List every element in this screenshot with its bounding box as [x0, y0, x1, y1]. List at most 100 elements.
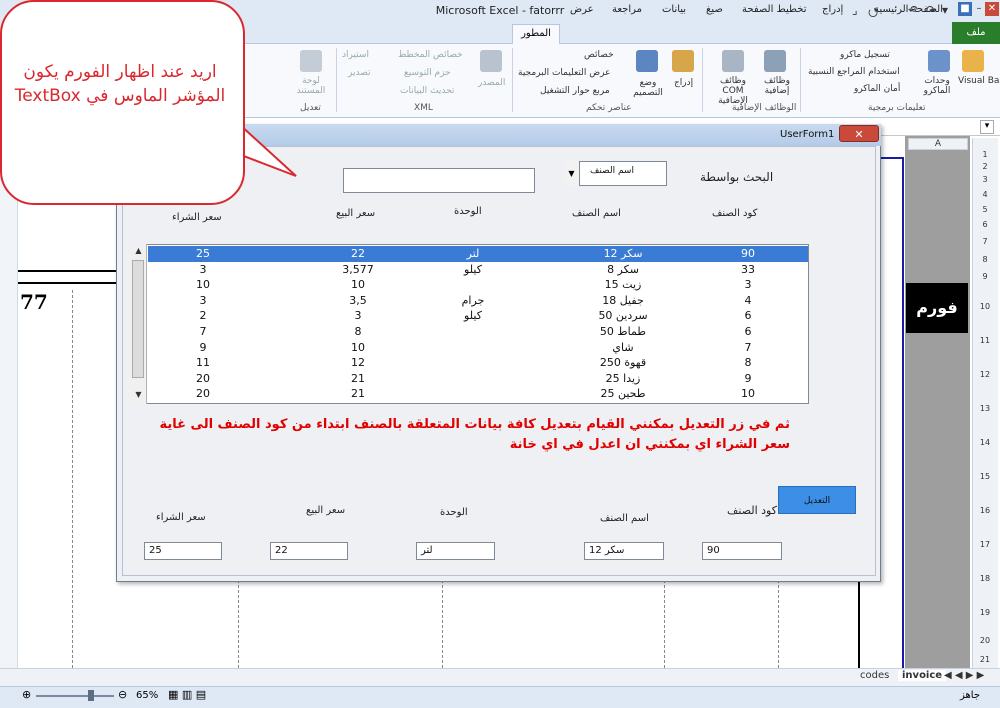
row-number[interactable]: 19 [974, 608, 996, 622]
list-item[interactable]: 10 طحين 25 21 20 [148, 386, 808, 402]
document-panel-icon[interactable] [300, 50, 322, 72]
row-number[interactable]: 18 [974, 574, 996, 588]
refresh-data-label[interactable]: تحديث البيانات [400, 86, 454, 96]
list-item[interactable]: 6 سردين 50 كيلو 3 2 [148, 308, 808, 324]
insert-control-icon[interactable] [672, 50, 694, 72]
scroll-down-icon[interactable]: ▼ [131, 390, 146, 402]
expansion-packs-label[interactable]: حزم التوسيع [404, 68, 451, 78]
tab-nav-icon[interactable]: ◀ ◀ ▶ ▶ [944, 670, 984, 681]
design-mode-icon[interactable] [636, 50, 658, 72]
row-number[interactable]: 9 [974, 272, 996, 286]
insert-control-label[interactable]: إدراج [674, 78, 693, 88]
tab-review[interactable]: مراجعة [612, 4, 642, 15]
tab-page-layout[interactable]: تخطيط الصفحة [742, 4, 807, 15]
list-item[interactable]: 6 طماط 50 8 7 [148, 324, 808, 340]
unit-input[interactable]: لتر [416, 542, 495, 560]
column-header-a[interactable]: A [908, 138, 968, 150]
com-addins-label[interactable]: وظائف COM الإضافية [708, 76, 758, 106]
scroll-up-icon[interactable]: ▲ [131, 246, 146, 258]
row-number[interactable]: 6 [974, 220, 996, 234]
edit-button[interactable]: التعديل [778, 486, 856, 514]
import-label[interactable]: استيراد [342, 50, 369, 60]
view-buttons-icon[interactable]: ▦ ▥ ▤ [168, 688, 206, 701]
tab-insert[interactable]: إدراج [822, 4, 843, 15]
list-cell-buy: 3 [199, 262, 207, 276]
code-input[interactable]: 90 [702, 542, 782, 560]
tab-view[interactable]: عرض [570, 4, 594, 15]
list-item[interactable]: 8 قهوة 250 12 11 [148, 355, 808, 371]
macro-security[interactable]: أمان الماكرو [854, 84, 900, 94]
map-properties-label[interactable]: خصائص المخطط [398, 50, 463, 60]
macros-label[interactable]: وحدات الماكرو [920, 76, 954, 96]
row-number[interactable]: 8 [974, 255, 996, 269]
row-number[interactable]: 20 [974, 636, 996, 650]
row-number[interactable]: 15 [974, 472, 996, 486]
list-item[interactable]: 90 سكر 12 لتر 22 25 [148, 246, 808, 262]
sell-input[interactable]: 22 [270, 542, 348, 560]
name-input[interactable]: سكر 12 [584, 542, 664, 560]
view-code-label[interactable]: عرض التعليمات البرمجية [518, 68, 610, 78]
qa-icon-0[interactable]: ⌟ [852, 3, 858, 17]
row-number[interactable]: 16 [974, 506, 996, 520]
zoom-in-icon[interactable]: ⊕ [22, 688, 31, 701]
tab-developer[interactable]: المطور [512, 24, 560, 44]
userform-close-button[interactable]: ✕ [839, 125, 879, 142]
list-cell-sell: 3 [354, 309, 362, 323]
buy-input[interactable]: 25 [144, 542, 222, 560]
record-macro[interactable]: تسجيل ماكرو [840, 50, 890, 60]
cell-total-value[interactable]: 77 [20, 290, 48, 314]
row-number[interactable]: 13 [974, 404, 996, 418]
search-input[interactable] [343, 168, 535, 193]
list-item[interactable]: 4 جفيل 18 جرام 3,5 3 [148, 293, 808, 309]
zoom-slider[interactable] [36, 695, 114, 697]
row-number[interactable]: 4 [974, 190, 996, 204]
list-item[interactable]: 7 شاي 10 9 [148, 340, 808, 356]
list-item[interactable]: 33 سكر 8 كيلو 3,577 3 [148, 262, 808, 278]
tab-formulas[interactable]: صيغ [706, 4, 723, 15]
zoom-out-icon[interactable]: ⊖ [118, 688, 127, 701]
document-panel-label[interactable]: لوحة المستند [294, 76, 328, 96]
row-number[interactable]: 10 [974, 302, 996, 316]
zoom-level[interactable]: 65% [136, 690, 158, 701]
export-label[interactable]: تصدير [348, 68, 371, 78]
relative-refs[interactable]: استخدام المراجع النسبية [808, 67, 900, 77]
open-form-button[interactable]: فورم [906, 283, 968, 333]
visual-basic-label[interactable]: Visual Basic [958, 76, 1000, 86]
com-addins-icon[interactable] [722, 50, 744, 72]
listbox-scroll-thumb[interactable] [132, 260, 144, 378]
tab-home[interactable]: الصفحة الرئيسية [874, 4, 943, 15]
tab-data[interactable]: بيانات [662, 4, 686, 15]
sheet-tab-codes[interactable]: codes [860, 670, 889, 681]
chevron-down-icon[interactable]: ▼ [564, 161, 580, 186]
row-number[interactable]: 17 [974, 540, 996, 554]
row-number[interactable]: 14 [974, 438, 996, 452]
zoom-thumb[interactable] [88, 690, 94, 701]
row-number[interactable]: 7 [974, 237, 996, 251]
field-unit-label: الوحدة [440, 507, 468, 518]
sheet-tab-invoice[interactable]: invoice [898, 670, 947, 681]
row-number[interactable]: 21 [974, 655, 996, 669]
row-number[interactable]: 2 [974, 162, 996, 176]
design-mode-label[interactable]: وضع التصميم [630, 78, 666, 98]
source-label[interactable]: المصدر [478, 78, 505, 88]
row-number[interactable]: 3 [974, 175, 996, 189]
list-item[interactable]: 9 زيدا 25 21 20 [148, 371, 808, 387]
list-item[interactable]: 3 زيت 15 10 10 [148, 277, 808, 293]
close-window-button[interactable]: ✕ [985, 2, 999, 16]
row-number[interactable]: 12 [974, 370, 996, 384]
row-number[interactable]: 5 [974, 205, 996, 219]
addins-label[interactable]: وظائف إضافية [760, 76, 794, 96]
vertical-scrollbar[interactable] [0, 136, 18, 668]
properties-label[interactable]: خصائص [584, 50, 614, 60]
tab-file[interactable]: ملف [952, 22, 1000, 44]
save-icon[interactable]: ■ [958, 2, 972, 16]
visual-basic-icon[interactable] [962, 50, 984, 72]
addins-icon[interactable] [764, 50, 786, 72]
run-dialog-label[interactable]: مربع حوار التشغيل [540, 86, 610, 96]
row-number[interactable]: 11 [974, 336, 996, 350]
userform-title: UserForm1 [780, 129, 835, 140]
minimize-button[interactable]: – [972, 2, 986, 16]
formula-expand-icon[interactable]: ▾ [980, 120, 994, 134]
macros-icon[interactable] [928, 50, 950, 72]
source-icon[interactable] [480, 50, 502, 72]
